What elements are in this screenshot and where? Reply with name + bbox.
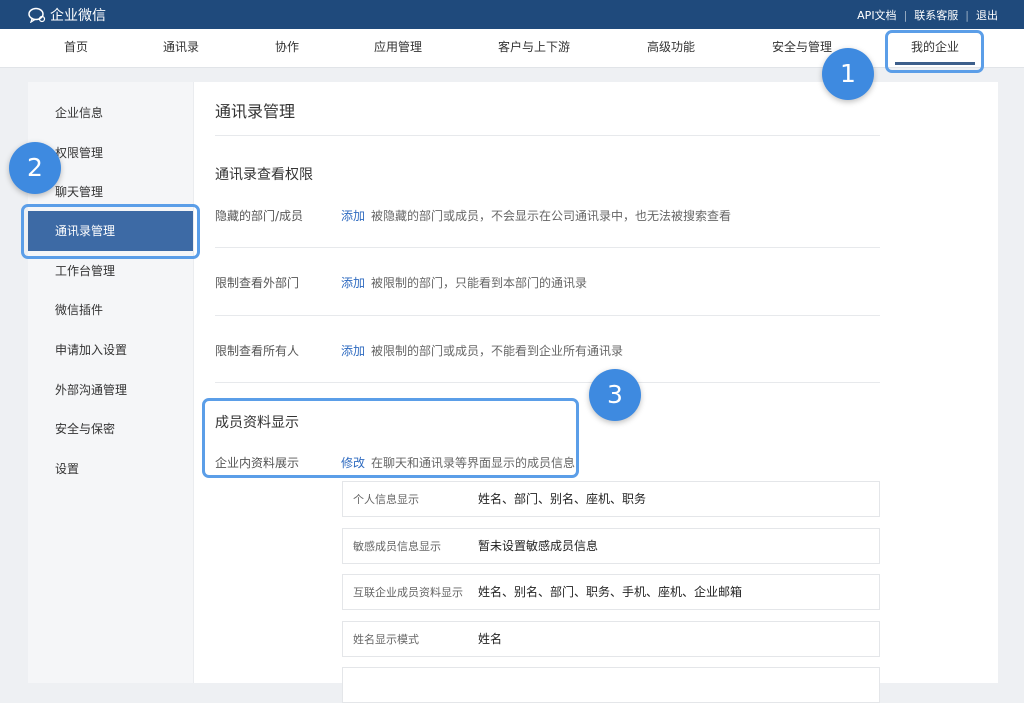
field-value: 暂未设置敏感成员信息 (478, 539, 599, 553)
row-description: 被隐藏的部门或成员，不会显示在公司通讯录中，也无法被搜索查看 (371, 209, 732, 223)
field-label: 互联企业成员资料显示 (353, 586, 463, 599)
field-label: 敏感成员信息显示 (353, 540, 441, 553)
wecom-logo-icon (28, 7, 46, 23)
annotation-badge-1: 1 (822, 48, 874, 100)
sidebar-item-join-settings[interactable]: 申请加入设置 (28, 330, 193, 370)
nav-customers[interactable]: 客户与上下游 (498, 29, 570, 67)
field-value: 姓名、别名、部门、职务、手机、座机、企业邮箱 (478, 585, 743, 599)
highlight-box-profile-display (202, 398, 579, 478)
field-personal-info: 个人信息显示 姓名、部门、别名、座机、职务 (342, 481, 880, 517)
nav-app-management[interactable]: 应用管理 (374, 29, 422, 67)
nav-advanced[interactable]: 高级功能 (647, 29, 695, 67)
nav-home[interactable]: 首页 (64, 29, 88, 67)
field-truncated (342, 667, 880, 703)
content-card: 企业信息 权限管理 聊天管理 通讯录管理 工作台管理 微信插件 申请加入设置 外… (28, 82, 998, 703)
annotation-badge-3: 3 (589, 369, 641, 421)
add-link[interactable]: 添加 (341, 209, 365, 223)
top-links: API文档 | 联系客服 | 退出 (857, 7, 998, 23)
divider (215, 382, 880, 383)
sidebar-item-security[interactable]: 安全与保密 (28, 409, 193, 449)
sidebar-item-settings[interactable]: 设置 (28, 449, 193, 489)
brand-name: 企业微信 (50, 8, 106, 24)
row-description: 被限制的部门或成员，不能看到企业所有通讯录 (371, 344, 624, 358)
highlight-box-contacts-management (21, 204, 200, 259)
field-value: 姓名、部门、别名、座机、职务 (478, 492, 647, 506)
row-restrict-external: 限制查看外部门 添加 被限制的部门，只能看到本部门的通讯录 (215, 274, 587, 291)
sidebar-item-external-communication[interactable]: 外部沟通管理 (28, 370, 193, 410)
row-hidden-members: 隐藏的部门/成员 添加 被隐藏的部门或成员，不会显示在公司通讯录中，也无法被搜索查看 (215, 207, 731, 224)
divider (215, 315, 880, 316)
annotation-badge-2: 2 (9, 142, 61, 194)
row-restrict-all: 限制查看所有人 添加 被限制的部门或成员，不能看到企业所有通讯录 (215, 342, 623, 359)
divider (215, 135, 880, 136)
contact-support-link[interactable]: 联系客服 (914, 7, 958, 23)
highlight-box-my-company (885, 30, 984, 73)
sidebar-item-wechat-plugin[interactable]: 微信插件 (28, 290, 193, 330)
row-label: 限制查看外部门 (215, 276, 300, 290)
add-link[interactable]: 添加 (341, 344, 365, 358)
field-sensitive-info: 敏感成员信息显示 暂未设置敏感成员信息 (342, 528, 880, 564)
row-label: 隐藏的部门/成员 (215, 209, 304, 223)
top-bar: 企业微信 API文档 | 联系客服 | 退出 (0, 0, 1024, 29)
field-name-display-mode: 姓名显示模式 姓名 (342, 621, 880, 657)
nav-collaboration[interactable]: 协作 (275, 29, 299, 67)
section-title-view-permissions: 通讯录查看权限 (215, 167, 313, 183)
nav-contacts[interactable]: 通讯录 (163, 29, 199, 67)
divider (215, 247, 880, 248)
page-title: 通讯录管理 (215, 102, 296, 121)
row-description: 被限制的部门，只能看到本部门的通讯录 (371, 276, 588, 290)
separator: | (903, 8, 908, 22)
brand[interactable]: 企业微信 (28, 5, 106, 25)
nav-security[interactable]: 安全与管理 (772, 29, 832, 67)
api-docs-link[interactable]: API文档 (857, 7, 896, 23)
field-label: 姓名显示模式 (353, 633, 419, 646)
separator: | (965, 8, 969, 22)
logout-link[interactable]: 退出 (976, 7, 998, 23)
sidebar-item-company-info[interactable]: 企业信息 (28, 93, 193, 133)
field-interconnected-info: 互联企业成员资料显示 姓名、别名、部门、职务、手机、座机、企业邮箱 (342, 574, 880, 610)
row-label: 限制查看所有人 (215, 344, 300, 358)
field-label: 个人信息显示 (353, 493, 419, 506)
field-value: 姓名 (478, 632, 503, 646)
add-link[interactable]: 添加 (341, 276, 365, 290)
